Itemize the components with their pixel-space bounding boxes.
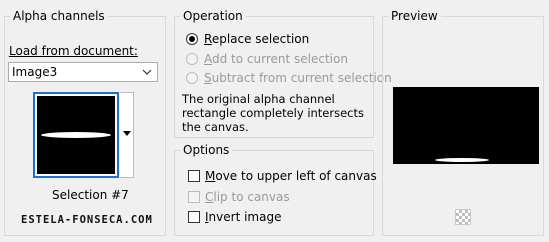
chevron-down-icon — [142, 69, 152, 75]
selection-caption: Selection #7 — [52, 188, 129, 202]
replace-selection-label[interactable]: Replace selection — [204, 32, 309, 46]
add-to-selection-radio[interactable] — [186, 53, 198, 65]
subtract-from-selection-radio[interactable] — [186, 72, 198, 84]
subtract-from-selection-label[interactable]: Subtract from current selection — [204, 71, 392, 85]
thumbnail-shape — [41, 132, 111, 138]
replace-selection-radio[interactable] — [186, 33, 198, 45]
clip-to-canvas-label[interactable]: Clip to canvas — [205, 190, 290, 204]
add-to-selection-label[interactable]: Add to current selection — [204, 52, 348, 66]
document-select-value: Image3 — [12, 65, 58, 79]
load-from-document-label: Load from document: — [9, 44, 138, 58]
radio-dot — [189, 36, 195, 42]
invert-image-checkbox[interactable] — [188, 211, 200, 223]
thumbnail-image — [37, 96, 115, 174]
caret-down-icon — [123, 131, 131, 136]
options-title: Options — [180, 143, 233, 157]
clip-to-canvas-checkbox[interactable] — [188, 191, 200, 203]
checkerboard-icon[interactable] — [455, 209, 471, 225]
watermark-text: ESTELA-FONSECA.COM — [21, 214, 153, 226]
move-to-upper-left-label[interactable]: Move to upper left of canvas — [205, 169, 377, 183]
preview-shape — [435, 158, 489, 162]
document-select[interactable]: Image3 — [8, 62, 158, 82]
operation-description: The original alpha channel rectangle com… — [182, 92, 365, 134]
operation-title: Operation — [180, 9, 246, 23]
alpha-channels-title: Alpha channels — [10, 9, 108, 23]
preview-title: Preview — [388, 9, 441, 23]
preview-image — [393, 87, 539, 164]
move-to-upper-left-checkbox[interactable] — [188, 170, 200, 182]
selection-thumbnail[interactable] — [33, 92, 119, 178]
thumbnail-dropdown-button[interactable] — [120, 92, 134, 178]
invert-image-label[interactable]: Invert image — [205, 210, 281, 224]
